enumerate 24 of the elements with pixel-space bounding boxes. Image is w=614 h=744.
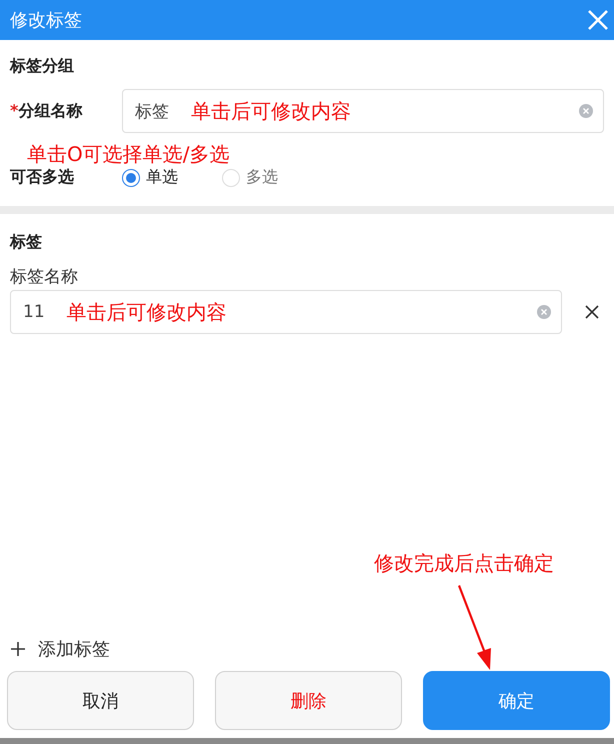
add-tag-button[interactable]: 添加标签 [10, 637, 110, 661]
field-label: 标签名称 [10, 266, 79, 288]
close-button[interactable] [586, 8, 610, 32]
annotation-text: 单击O可选择单选/多选 [27, 141, 230, 167]
close-icon [585, 305, 599, 319]
annotation-text: 单击后可修改内容 [191, 98, 351, 124]
action-button[interactable]: 取消 [7, 671, 194, 730]
section-title: 标签 [10, 232, 43, 253]
field-label: *分组名称 [10, 100, 84, 122]
action-button[interactable]: 删除 [215, 671, 402, 730]
annotation-text: 修改完成后点击确定 [374, 550, 554, 577]
input-field[interactable]: 11 单击后可修改内容 [10, 290, 562, 334]
input-field[interactable]: 标签 单击后可修改内容 [122, 89, 604, 133]
close-icon [587, 9, 609, 31]
annotation-text: 单击后可修改内容 [66, 298, 227, 326]
radio-button[interactable] [122, 168, 140, 186]
clear-icon[interactable] [537, 305, 551, 319]
plus-icon [10, 641, 26, 657]
radio-label: 多选 [246, 167, 278, 188]
field-label: 可否多选 [10, 167, 75, 188]
window-title: 修改标签 [10, 9, 82, 32]
radio-label: 单选 [146, 167, 178, 188]
clear-icon[interactable] [579, 104, 593, 118]
section-title: 标签分组 [10, 56, 75, 77]
